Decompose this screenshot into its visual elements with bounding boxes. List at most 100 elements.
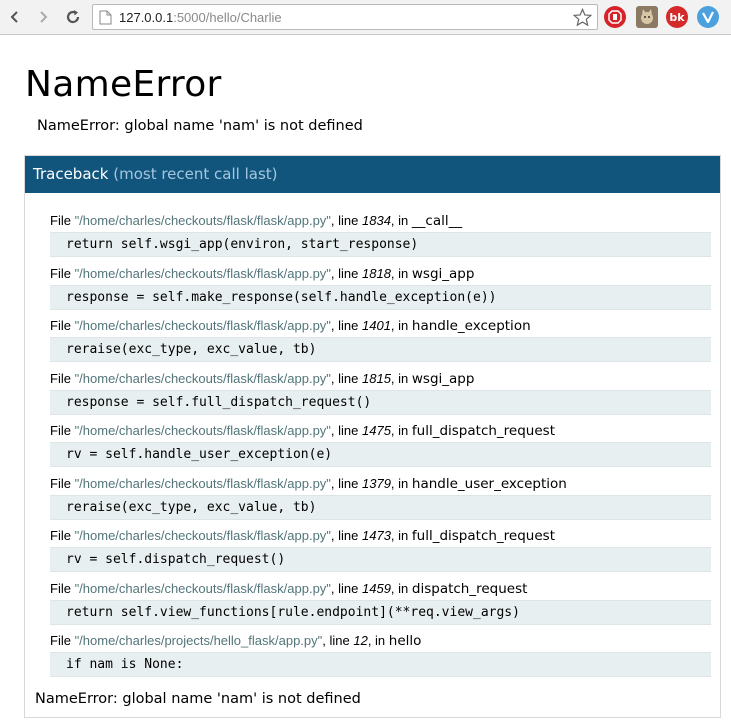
adblock-icon[interactable] <box>604 6 626 28</box>
frame-filename: "/home/charles/checkouts/flask/flask/app… <box>74 318 331 333</box>
page-title: NameError <box>25 64 222 105</box>
frame-location: File "/home/charles/projects/hello_flask… <box>50 632 712 650</box>
traceback-frame[interactable]: File "/home/charles/checkouts/flask/flas… <box>50 317 712 362</box>
traceback-panel: Traceback (most recent call last) File "… <box>24 155 721 718</box>
back-button[interactable] <box>4 6 26 28</box>
frame-in-label: , in <box>390 423 412 438</box>
frame-source-line[interactable]: return self.view_functions[rule.endpoint… <box>50 599 711 625</box>
frame-filename: "/home/charles/checkouts/flask/flask/app… <box>74 213 331 228</box>
frame-lineno: 12 <box>353 633 368 648</box>
frame-location: File "/home/charles/checkouts/flask/flas… <box>50 422 712 440</box>
bk-label: bk <box>669 10 685 24</box>
page-icon <box>99 10 112 29</box>
frame-lineno: 1815 <box>362 370 391 386</box>
frame-source-line[interactable]: reraise(exc_type, exc_value, tb) <box>50 494 711 520</box>
frame-function: full_dispatch_request <box>411 528 555 544</box>
frame-function: handle_user_exception <box>411 475 567 492</box>
frame-source-line[interactable]: rv = self.handle_user_exception(e) <box>50 442 711 467</box>
url-text: 127.0.0.1:5000/hello/Charlie <box>119 10 282 25</box>
frame-line-label: , line <box>322 633 354 648</box>
frame-location: File "/home/charles/checkouts/flask/flas… <box>50 212 712 230</box>
error-footer: NameError: global name 'nam' is not defi… <box>35 691 361 707</box>
reload-icon <box>66 10 80 24</box>
address-bar[interactable]: 127.0.0.1:5000/hello/Charlie <box>92 4 598 30</box>
frame-in-label: , in <box>367 633 389 648</box>
frame-in-label: , in <box>390 318 412 333</box>
frame-line-label: , line <box>330 580 362 596</box>
frame-lineno: 1834 <box>362 213 391 228</box>
traceback-header: Traceback (most recent call last) <box>25 156 720 193</box>
frame-lineno: 1401 <box>362 318 391 333</box>
frame-prefix: File <box>50 370 75 386</box>
frame-source-line[interactable]: response = self.make_response(self.handl… <box>50 284 711 310</box>
frame-lineno: 1475 <box>362 423 391 438</box>
traceback-frame[interactable]: File "/home/charles/checkouts/flask/flas… <box>50 422 712 467</box>
frame-prefix: File <box>50 213 75 228</box>
frame-location: File "/home/charles/checkouts/flask/flas… <box>50 580 712 598</box>
bk-extension-icon[interactable]: bk <box>666 6 688 28</box>
chevron-right-icon <box>40 11 48 23</box>
frame-line-label: , line <box>330 213 362 228</box>
frame-function: full_dispatch_request <box>411 423 555 439</box>
browser-toolbar: 127.0.0.1:5000/hello/Charlie bk <box>0 0 731 35</box>
frame-prefix: File <box>50 475 75 491</box>
frame-line-label: , line <box>330 475 362 491</box>
frame-in-label: , in <box>390 528 412 543</box>
bookmark-star-icon[interactable] <box>572 7 593 31</box>
frame-in-label: , in <box>390 265 412 281</box>
frame-filename: "/home/charles/checkouts/flask/flask/app… <box>74 580 331 596</box>
frame-filename: "/home/charles/checkouts/flask/flask/app… <box>74 423 331 438</box>
frame-line-label: , line <box>330 318 362 333</box>
frame-filename: "/home/charles/projects/hello_flask/app.… <box>74 633 323 648</box>
traceback-frame[interactable]: File "/home/charles/checkouts/flask/flas… <box>50 475 712 520</box>
v-extension-icon[interactable] <box>697 6 719 28</box>
traceback-frame[interactable]: File "/home/charles/projects/hello_flask… <box>50 632 712 677</box>
frame-source-line[interactable]: response = self.full_dispatch_request() <box>50 389 711 415</box>
frame-prefix: File <box>50 423 75 438</box>
frame-line-label: , line <box>330 528 362 543</box>
traceback-frame[interactable]: File "/home/charles/checkouts/flask/flas… <box>50 212 712 257</box>
chevron-left-icon <box>10 11 18 23</box>
frame-filename: "/home/charles/checkouts/flask/flask/app… <box>74 370 331 386</box>
frame-line-label: , line <box>330 370 362 386</box>
frame-line-label: , line <box>330 265 362 281</box>
frame-lineno: 1459 <box>362 580 391 596</box>
frame-function: wsgi_app <box>411 265 475 282</box>
traceback-sublabel: (most recent call last) <box>113 165 278 183</box>
forward-button[interactable] <box>32 6 54 28</box>
frame-lineno: 1473 <box>362 528 391 543</box>
cat-extension-icon[interactable] <box>636 6 658 28</box>
frame-lineno: 1818 <box>362 265 391 281</box>
reload-button[interactable] <box>62 6 84 28</box>
frame-source-line[interactable]: if nam is None: <box>50 652 711 677</box>
frame-prefix: File <box>50 318 75 333</box>
frame-location: File "/home/charles/checkouts/flask/flas… <box>50 265 712 283</box>
frame-location: File "/home/charles/checkouts/flask/flas… <box>50 317 712 335</box>
frame-source-line[interactable]: rv = self.dispatch_request() <box>50 547 711 572</box>
frame-filename: "/home/charles/checkouts/flask/flask/app… <box>74 475 331 491</box>
frame-line-label: , line <box>330 423 362 438</box>
frame-prefix: File <box>50 528 75 543</box>
frame-source-line[interactable]: reraise(exc_type, exc_value, tb) <box>50 337 711 362</box>
traceback-frame[interactable]: File "/home/charles/checkouts/flask/flas… <box>50 370 712 415</box>
frame-lineno: 1379 <box>362 475 391 491</box>
frame-function: handle_exception <box>411 318 531 334</box>
traceback-frame[interactable]: File "/home/charles/checkouts/flask/flas… <box>50 265 712 310</box>
traceback-frame[interactable]: File "/home/charles/checkouts/flask/flas… <box>50 580 712 625</box>
frame-in-label: , in <box>390 580 412 596</box>
frame-location: File "/home/charles/checkouts/flask/flas… <box>50 370 712 388</box>
traceback-frame[interactable]: File "/home/charles/checkouts/flask/flas… <box>50 527 712 572</box>
frame-function: hello <box>388 633 422 649</box>
frame-location: File "/home/charles/checkouts/flask/flas… <box>50 475 712 493</box>
traceback-label: Traceback <box>33 165 109 183</box>
frame-function: __call__ <box>411 213 463 229</box>
frame-prefix: File <box>50 265 75 281</box>
frame-in-label: , in <box>390 370 412 386</box>
frame-prefix: File <box>50 633 75 648</box>
error-summary: NameError: global name 'nam' is not defi… <box>37 118 363 134</box>
frame-filename: "/home/charles/checkouts/flask/flask/app… <box>74 265 331 281</box>
frame-source-line[interactable]: return self.wsgi_app(environ, start_resp… <box>50 232 711 257</box>
frame-filename: "/home/charles/checkouts/flask/flask/app… <box>74 528 331 543</box>
frame-in-label: , in <box>390 213 412 228</box>
frame-function: dispatch_request <box>411 580 528 597</box>
